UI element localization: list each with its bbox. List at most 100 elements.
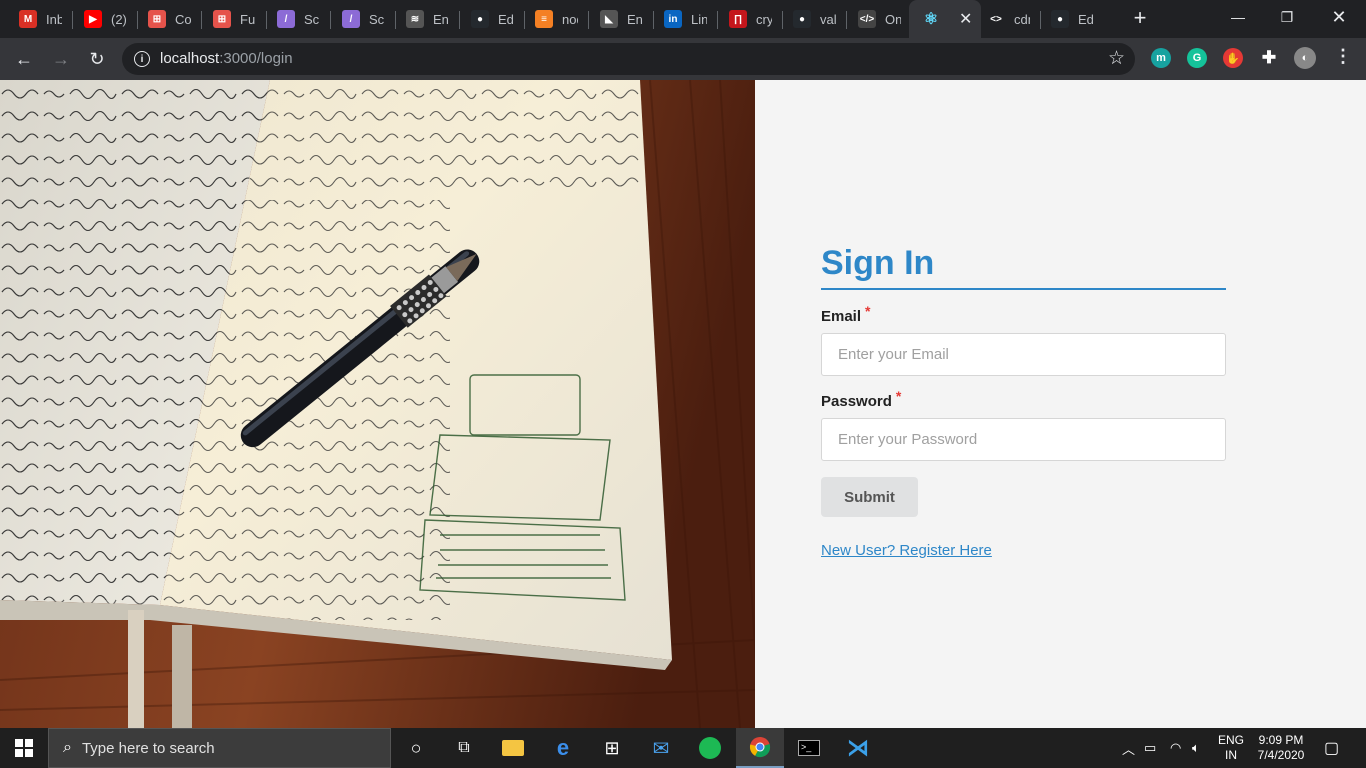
- tab-title: Course: [175, 11, 191, 27]
- browser-tab[interactable]: ⚛ ✕: [909, 0, 981, 38]
- spotify-icon[interactable]: [686, 728, 734, 768]
- close-tab-icon[interactable]: ✕: [959, 9, 972, 29]
- tab-title: validator: [820, 11, 836, 27]
- github-icon: ●: [1051, 10, 1069, 28]
- browser-tab[interactable]: M Inbox: [12, 0, 70, 38]
- extension-m-icon[interactable]: m: [1151, 48, 1171, 68]
- code-icon: ◣: [600, 10, 618, 28]
- tab-separator: [459, 11, 460, 29]
- browser-tab[interactable]: </> Online: [851, 0, 909, 38]
- tab-separator: [653, 11, 654, 29]
- notifications-icon[interactable]: ▢: [1324, 728, 1339, 768]
- chrome-icon[interactable]: [736, 728, 784, 768]
- email-label: Email *: [821, 303, 871, 325]
- email-field[interactable]: [821, 333, 1226, 376]
- close-window-button[interactable]: ✕: [1315, 0, 1363, 34]
- browser-tab[interactable]: ▶ (2) YouTube: [77, 0, 135, 38]
- show-hidden-icons[interactable]: ︿: [1122, 728, 1135, 768]
- tab-separator: [201, 11, 202, 29]
- cortana-icon[interactable]: ○: [392, 728, 440, 768]
- required-mark: *: [865, 303, 871, 319]
- tab-title: Online: [885, 11, 901, 27]
- tab-separator: [72, 11, 73, 29]
- volume-icon[interactable]: 🔈︎: [1192, 728, 1200, 768]
- site-info-icon[interactable]: i: [134, 51, 150, 67]
- password-label: Password *: [821, 388, 902, 410]
- browser-tab[interactable]: ● Edit: [1044, 0, 1102, 38]
- stackoverflow-icon: ≡: [535, 10, 553, 28]
- browser-tab[interactable]: ∏ crypto: [722, 0, 780, 38]
- task-view-icon[interactable]: ⧉: [440, 728, 488, 768]
- windows-taskbar: ⌕ Type here to search ○ ⧉ e ⊞ ✉ >_ ⋊ ︿ ▭…: [0, 728, 1366, 768]
- restore-button[interactable]: ❐: [1263, 0, 1311, 34]
- register-link[interactable]: New User? Register Here: [821, 542, 992, 559]
- browser-tab[interactable]: ≋ Encode: [399, 0, 457, 38]
- tab-separator: [846, 11, 847, 29]
- required-mark: *: [895, 388, 902, 404]
- extension-hand-icon[interactable]: ✋: [1223, 48, 1243, 68]
- store-icon[interactable]: ⊞: [588, 728, 636, 768]
- browser-tab[interactable]: ● validator: [786, 0, 844, 38]
- wifi-icon[interactable]: ◠: [1170, 728, 1181, 768]
- browser-toolbar: ← → ↻ i localhost:3000/login ☆ m G ✋ ✚ ◐…: [0, 38, 1366, 80]
- address-bar[interactable]: i localhost:3000/login ☆: [122, 43, 1135, 75]
- tab-title: Scrimba: [369, 11, 385, 27]
- battery-icon[interactable]: ▭: [1144, 728, 1156, 768]
- windows-logo-icon: [15, 739, 33, 757]
- browser-tab[interactable]: / Scrimba: [270, 0, 328, 38]
- form-title: Sign In: [821, 244, 935, 282]
- new-tab-button[interactable]: +: [1128, 5, 1152, 30]
- tab-title: (2) YouTube: [111, 11, 127, 27]
- reload-icon[interactable]: ↻: [84, 46, 110, 72]
- grid-icon: ⊞: [213, 10, 231, 28]
- terminal-icon[interactable]: >_: [785, 728, 833, 768]
- tab-separator: [137, 11, 138, 29]
- taskbar-search-box[interactable]: ⌕ Type here to search: [48, 728, 391, 768]
- browser-tab[interactable]: ≡ node: [528, 0, 586, 38]
- minimize-button[interactable]: —: [1214, 0, 1262, 34]
- browser-tab[interactable]: / Scrimba: [335, 0, 393, 38]
- github-icon: ●: [471, 10, 489, 28]
- clock[interactable]: 9:09 PM 7/4/2020: [1256, 728, 1306, 768]
- browser-tab[interactable]: ⊞ Full: [206, 0, 264, 38]
- start-button[interactable]: [0, 728, 48, 768]
- tab-title: Inbox: [46, 11, 62, 27]
- bookmark-icon: ∏: [729, 10, 747, 28]
- linkedin-icon: in: [664, 10, 682, 28]
- file-explorer-icon[interactable]: [489, 728, 537, 768]
- grid-icon: ⊞: [148, 10, 166, 28]
- bookmark-star-icon[interactable]: ☆: [1108, 47, 1125, 70]
- vscode-icon[interactable]: ⋊: [834, 728, 882, 768]
- back-icon[interactable]: ←: [11, 46, 37, 72]
- tab-title: node: [562, 11, 578, 27]
- profile-avatar[interactable]: ◐: [1294, 47, 1316, 69]
- tab-title: Edit: [1078, 11, 1094, 27]
- grammarly-icon[interactable]: G: [1187, 48, 1207, 68]
- youtube-icon: ▶: [84, 10, 102, 28]
- forward-icon[interactable]: →: [48, 46, 74, 72]
- url-text[interactable]: localhost:3000/login: [160, 50, 293, 67]
- tab-title: LinkedIn: [691, 11, 707, 27]
- mail-icon[interactable]: ✉: [637, 728, 685, 768]
- language-indicator[interactable]: ENG IN: [1218, 728, 1244, 768]
- chrome-menu-icon[interactable]: ⋮: [1334, 46, 1352, 67]
- tab-separator: [330, 11, 331, 29]
- tab-strip: M Inbox ▶ (2) YouTube ⊞ Course ⊞ Full / Scrimba / S…: [0, 0, 1366, 38]
- tab-separator: [782, 11, 783, 29]
- browser-tab[interactable]: ◣ Encode: [593, 0, 651, 38]
- tab-title: Edit: [498, 11, 514, 27]
- password-field[interactable]: [821, 418, 1226, 461]
- react-icon: ⚛: [922, 10, 940, 28]
- browser-tab[interactable]: in LinkedIn: [657, 0, 715, 38]
- browser-tab[interactable]: ⊞ Course: [141, 0, 199, 38]
- browser-tab[interactable]: ● Edit: [464, 0, 522, 38]
- feather-icon: /: [277, 10, 295, 28]
- code-brackets-icon: <>: [987, 10, 1005, 28]
- submit-button[interactable]: Submit: [821, 477, 918, 517]
- browser-tab[interactable]: <> cdn: [980, 0, 1038, 38]
- hero-image: [0, 80, 755, 728]
- notebook-illustration: [0, 80, 755, 728]
- title-divider: [821, 288, 1226, 290]
- edge-icon[interactable]: e: [539, 728, 587, 768]
- extensions-puzzle-icon[interactable]: ✚: [1259, 48, 1279, 68]
